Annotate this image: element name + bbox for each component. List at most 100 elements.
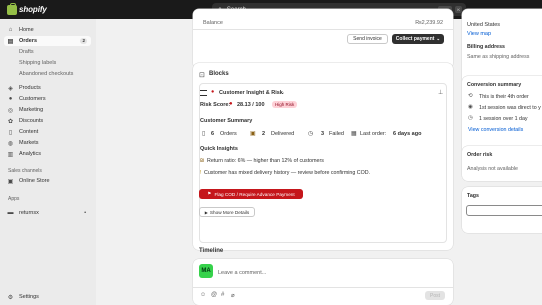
person-icon: ●: [8, 96, 13, 102]
last-order-label: Last order:: [360, 131, 387, 137]
orders-icon: ▤: [7, 38, 14, 45]
globe-icon: ◍: [7, 140, 14, 147]
sidebar-item-online-store[interactable]: ▣ Online Store: [4, 176, 91, 186]
order-risk-value: Analysis not available: [467, 166, 518, 172]
sidebar-item-home[interactable]: ⌂ Home: [4, 25, 91, 35]
sidebar-item-label: Products: [19, 85, 41, 91]
pin-icon[interactable]: •: [84, 210, 86, 216]
sidebar-item-settings[interactable]: ⚙ Settings: [4, 292, 91, 302]
tags-input[interactable]: [466, 205, 542, 216]
red-circle-icon: ●: [229, 101, 233, 107]
summary-title: Customer Summary: [200, 118, 253, 124]
conversion-session-count: 1 session over 1 day: [479, 116, 528, 122]
flag-cod-label: Flag COD / Require Advance Payment: [214, 191, 295, 197]
sidebar-item-orders[interactable]: ▤ Orders 2: [4, 36, 91, 46]
sidebar-item-drafts[interactable]: Drafts: [4, 47, 91, 57]
failed-label: Failed: [329, 131, 344, 137]
post-button[interactable]: Post: [425, 291, 445, 300]
shopify-logo[interactable]: shopify: [7, 2, 47, 15]
sidebar-item-label: Settings: [19, 294, 39, 300]
sidebar-item-marketing[interactable]: ◎ Marketing: [4, 105, 91, 115]
payment-card: Balance ₨2,239.92 Send invoice Collect p…: [193, 9, 453, 69]
orders-count-badge: 2: [80, 38, 87, 44]
eye-icon: ◉: [468, 104, 473, 110]
sidebar-item-label: Markets: [19, 140, 39, 146]
chevron-down-icon: ⌄: [436, 36, 441, 41]
show-more-button[interactable]: ▶ Show More Details: [199, 207, 255, 217]
sidebar-item-label: Marketing: [19, 107, 44, 113]
failed-count: 3: [321, 131, 325, 137]
sidebar-item-shipping-labels[interactable]: Shipping labels: [4, 58, 91, 68]
sidebar-item-label: Online Store: [19, 178, 50, 184]
logo-text: shopify: [19, 5, 47, 14]
calendar-icon: ▦: [351, 131, 357, 137]
flag-icon: ⚑: [207, 191, 212, 196]
view-map-link[interactable]: View map: [467, 31, 491, 37]
risk-score-value: 28.13 / 100: [237, 102, 265, 108]
discount-icon: ✿: [7, 118, 14, 125]
chevron-down-icon[interactable]: ⌄: [280, 89, 285, 96]
orders-count: 6: [211, 131, 215, 137]
tag-icon: ◈: [8, 85, 13, 92]
delivered-label: Delivered: [271, 131, 295, 137]
app-logo-icon: [200, 90, 207, 96]
view-conversion-link[interactable]: View conversion details: [468, 127, 523, 133]
sidebar-item-label: Content: [19, 129, 39, 135]
money-icon: ₪: [200, 158, 205, 164]
home-icon: ⌂: [8, 27, 13, 33]
store-icon: ▣: [7, 178, 14, 185]
billing-value: Same as shipping address: [467, 54, 530, 60]
billing-title: Billing address: [467, 44, 505, 50]
attach-icon[interactable]: ⌀: [231, 292, 235, 299]
box-icon: ▣: [250, 131, 256, 137]
risk-score-label: Risk Score:: [200, 102, 231, 108]
sidebar-item-markets[interactable]: ◍ Markets: [4, 138, 91, 148]
shopify-bag-icon: [7, 2, 17, 15]
avatar: MA: [199, 264, 213, 278]
sidebar-item-discounts[interactable]: ✿ Discounts: [4, 116, 91, 126]
blocks-icon: ⊡: [199, 72, 205, 79]
flag-cod-button[interactable]: ⚑ Flag COD / Require Advance Payment: [199, 189, 303, 199]
blocks-title: Blocks: [209, 71, 229, 77]
repeat-icon: ⟲: [468, 93, 473, 99]
app-icon: ▬: [7, 210, 14, 216]
apps-heading[interactable]: Apps: [8, 196, 19, 202]
sidebar-item-abandoned-checkouts[interactable]: Abandoned checkouts: [4, 69, 91, 79]
shield-icon: ●: [211, 89, 215, 95]
show-more-label: Show More Details: [209, 209, 250, 215]
sidebar-item-label: Customers: [19, 96, 46, 102]
insight-delivery-history: Customer has mixed delivery history — re…: [204, 170, 371, 176]
hashtag-icon[interactable]: #: [221, 292, 224, 298]
comment-input[interactable]: Leave a comment...: [218, 270, 266, 276]
sales-channels-heading[interactable]: Sales channels: [8, 168, 42, 174]
comment-card: Leave a comment... ☺ @ # ⌀ Post: [193, 259, 453, 305]
sidebar-item-returnsx[interactable]: ▬ returnsx •: [4, 208, 91, 218]
order-risk-card: Order risk Analysis not available: [462, 146, 542, 181]
insight-return-ratio: Return ratio: 6% — higher than 12% of cu…: [207, 158, 324, 164]
mention-icon[interactable]: @: [211, 292, 217, 298]
order-risk-title: Order risk: [467, 152, 493, 158]
risk-level-badge: High Risk: [272, 101, 298, 108]
delivered-count: 2: [262, 131, 266, 137]
balance-value: ₨2,239.92: [415, 20, 443, 26]
chevron-right-icon: ▶: [204, 209, 208, 215]
collect-payment-button[interactable]: Collect payment ⌄: [392, 34, 444, 44]
sidebar-item-content[interactable]: ▯ Content: [4, 127, 91, 137]
pin-icon[interactable]: ⊥: [438, 89, 443, 96]
country-text: United States: [467, 22, 501, 28]
sidebar-item-label: returnsx: [19, 210, 39, 216]
shortcut-k: K: [455, 6, 462, 13]
customer-insight-block: ● Customer Insight & Risk ⌄ ⊥ Risk Score…: [199, 83, 447, 243]
send-invoice-button[interactable]: Send invoice: [347, 34, 388, 44]
sidebar-item-products[interactable]: ◈ Products: [4, 83, 91, 93]
sidebar-item-label: Home: [19, 27, 34, 33]
sidebar-item-customers[interactable]: ● Customers: [4, 94, 91, 104]
chart-icon: ▥: [7, 151, 14, 158]
insights-title: Quick Insights: [200, 146, 238, 152]
sidebar-item-analytics[interactable]: ▥ Analytics: [4, 149, 91, 159]
conversion-first-session: 1st session was direct to y: [479, 105, 541, 111]
clock-icon: ◷: [468, 115, 473, 121]
emoji-icon[interactable]: ☺: [200, 292, 206, 298]
conversion-order-count: This is their 4th order: [479, 94, 529, 100]
tags-card: Tags: [462, 187, 542, 233]
